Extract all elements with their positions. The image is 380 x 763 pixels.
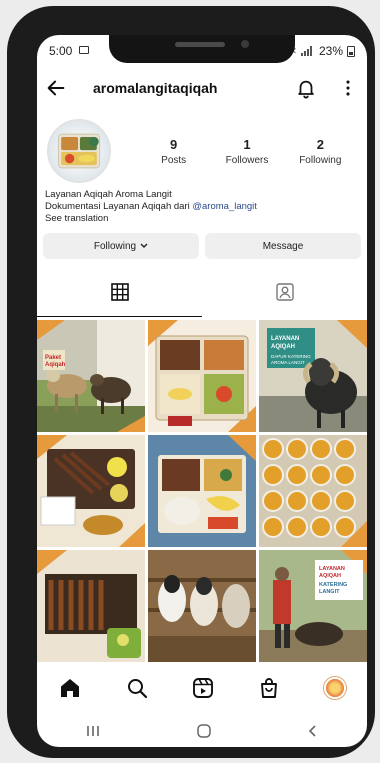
stat-following[interactable]: 2 Following [284, 137, 357, 166]
bio-text: Dokumentasi Layanan Aqiqah dari [45, 201, 193, 212]
post-caption: AROMA LANGIT [271, 360, 305, 365]
post-thumbnail[interactable] [37, 550, 145, 662]
system-navigation-bar [37, 715, 367, 747]
stat-value: 2 [316, 137, 324, 152]
grid-icon [110, 283, 129, 301]
post-thumbnail[interactable]: Paket Aqiqah [37, 320, 145, 432]
signal-icon [300, 46, 315, 56]
post-caption: AQIQAH [319, 573, 341, 579]
bio-description: Dokumentasi Layanan Aqiqah dari @aroma_l… [45, 201, 359, 213]
post-caption: KATERING [319, 582, 347, 588]
profile-actions: Following Message [43, 233, 361, 259]
post-thumbnail[interactable]: LAYANAN AQIQAH DAPUR KATERING AROMA LANG… [259, 320, 367, 432]
post-caption: AQIQAH [271, 344, 295, 350]
post-thumbnail[interactable] [259, 435, 367, 547]
message-button[interactable]: Message [205, 233, 361, 259]
system-back-icon[interactable] [306, 724, 320, 738]
search-icon[interactable] [125, 676, 149, 700]
post-thumbnail[interactable] [148, 550, 256, 662]
profile-avatar[interactable] [47, 119, 111, 183]
stat-value: 1 [243, 137, 251, 152]
volume-down-button [9, 234, 15, 286]
stat-posts[interactable]: 9 Posts [137, 137, 210, 166]
status-time: 5:00 [49, 44, 73, 58]
battery-icon [347, 45, 355, 57]
post-caption: LANGIT [319, 589, 340, 595]
side-button [9, 114, 15, 144]
following-label: Following [93, 240, 137, 252]
bio-mention-link[interactable]: @aroma_langit [192, 201, 257, 212]
phone-frame: 5:00 ✕ 23% aromalangitaqiqah [7, 6, 375, 758]
battery-percentage: 23% [318, 44, 343, 58]
post-caption: LAYANAN [319, 566, 345, 572]
stat-label: Followers [225, 155, 269, 166]
stat-label: Following [299, 155, 342, 166]
bottom-navigation [37, 665, 367, 711]
reels-icon[interactable] [191, 676, 215, 700]
recent-apps-icon[interactable] [84, 724, 102, 738]
home-icon[interactable] [58, 676, 82, 700]
post-caption: LAYANAN [271, 336, 299, 342]
tagged-person-icon [275, 283, 294, 301]
chevron-down-icon [140, 243, 148, 248]
bell-icon[interactable] [295, 77, 317, 99]
tab-posts-grid[interactable] [37, 283, 202, 317]
profile-header: aromalangitaqiqah [37, 73, 367, 103]
post-caption: Aqiqah [45, 362, 66, 368]
tab-tagged[interactable] [202, 283, 367, 313]
profile-bio: Layanan Aqiqah Aroma Langit Dokumentasi … [45, 189, 359, 225]
post-caption: Paket [45, 355, 61, 361]
following-button[interactable]: Following [43, 233, 199, 259]
post-thumbnail[interactable]: LAYANAN AQIQAH KATERING LANGIT [259, 550, 367, 662]
back-arrow-icon[interactable] [45, 77, 67, 99]
profile-stats: 9 Posts 1 Followers 2 Following [137, 137, 357, 166]
stat-followers[interactable]: 1 Followers [210, 137, 283, 166]
post-thumbnail[interactable] [37, 435, 145, 547]
profile-tabs [37, 283, 367, 317]
post-caption: DAPUR KATERING [271, 354, 311, 359]
see-translation-link[interactable]: See translation [45, 213, 359, 225]
post-thumbnail[interactable] [148, 320, 256, 432]
more-options-icon[interactable] [337, 77, 359, 99]
bio-name: Layanan Aqiqah Aroma Langit [45, 189, 172, 200]
profile-username: aromalangitaqiqah [93, 80, 218, 96]
stat-label: Posts [161, 155, 187, 166]
profile-tab-avatar[interactable] [323, 677, 346, 699]
home-button-icon[interactable] [196, 723, 212, 739]
app-screen: 5:00 ✕ 23% aromalangitaqiqah [37, 35, 367, 747]
camera-notch [109, 35, 295, 63]
gallery-notification-icon [79, 46, 89, 54]
stat-value: 9 [170, 137, 178, 152]
post-thumbnail[interactable] [148, 435, 256, 547]
message-label: Message [262, 240, 304, 252]
shop-bag-icon[interactable] [257, 676, 281, 700]
posts-grid: Paket Aqiqah LAYANAN AQIQAH DAPUR KATERI… [37, 320, 367, 662]
volume-up-button [9, 166, 15, 218]
